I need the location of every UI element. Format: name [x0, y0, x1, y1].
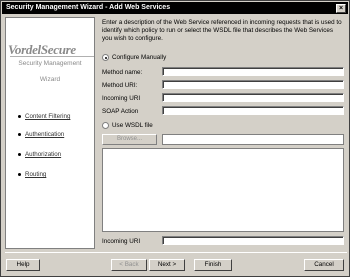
- use-wsdl-option[interactable]: Use WSDL file: [102, 122, 153, 129]
- use-wsdl-radio[interactable]: [102, 122, 109, 129]
- close-icon[interactable]: ×: [336, 4, 346, 13]
- description-text: Enter a description of the Web Service r…: [102, 19, 342, 42]
- sidebar-item-content-filtering[interactable]: Content Filtering: [18, 113, 70, 120]
- wsdl-path-input[interactable]: [162, 134, 344, 145]
- finish-button[interactable]: Finish: [194, 259, 232, 271]
- bullet-icon: [18, 132, 21, 136]
- cancel-button[interactable]: Cancel: [304, 259, 344, 271]
- soap-action-label: SOAP Action: [102, 108, 139, 115]
- method-name-label: Method name:: [102, 69, 143, 76]
- footer-divider: [5, 252, 347, 253]
- method-uri-label: Method URI:: [102, 82, 138, 89]
- use-wsdl-label: Use WSDL file: [112, 122, 153, 129]
- logo-divider: [10, 56, 94, 57]
- wizard-content: Enter a description of the Web Service r…: [98, 17, 347, 249]
- sidebar-item-label: Authorization: [25, 151, 62, 158]
- browse-button[interactable]: Browse...: [102, 134, 157, 145]
- method-uri-input[interactable]: [162, 80, 344, 89]
- soap-action-input[interactable]: [162, 106, 344, 115]
- back-button[interactable]: < Back: [111, 259, 147, 271]
- title-bar: Security Management Wizard - Add Web Ser…: [2, 2, 348, 14]
- wizard-window: Security Management Wizard - Add Web Ser…: [0, 0, 350, 277]
- sidebar-item-routing[interactable]: Routing: [18, 171, 46, 178]
- bottom-incoming-uri-input[interactable]: [162, 236, 344, 245]
- next-button[interactable]: Next >: [149, 259, 185, 271]
- bullet-icon: [18, 114, 21, 118]
- sidebar-item-authentication[interactable]: Authentication: [18, 131, 64, 138]
- sidebar-item-label: Content Filtering: [25, 113, 71, 120]
- method-name-input[interactable]: [162, 67, 344, 76]
- configure-manually-radio[interactable]: [102, 54, 109, 61]
- incoming-uri-label: Incoming URI: [102, 95, 141, 102]
- logo-subtitle-1: Security Management: [18, 60, 82, 67]
- help-button[interactable]: Help: [6, 259, 40, 271]
- configure-manually-label: Configure Manually: [112, 54, 167, 61]
- wizard-sidebar: VordelSecure Security Management Wizard …: [5, 17, 95, 249]
- incoming-uri-input[interactable]: [162, 93, 344, 102]
- bottom-incoming-uri-label: Incoming URI: [102, 238, 141, 245]
- logo-subtitle-2: Wizard: [39, 76, 61, 83]
- wsdl-services-list[interactable]: [102, 148, 344, 232]
- bullet-icon: [18, 172, 21, 176]
- window-title: Security Management Wizard - Add Web Ser…: [6, 4, 171, 11]
- configure-manually-option[interactable]: Configure Manually: [102, 54, 166, 61]
- sidebar-item-authorization[interactable]: Authorization: [18, 151, 61, 158]
- sidebar-item-label: Authentication: [25, 131, 65, 138]
- bullet-icon: [18, 152, 21, 156]
- sidebar-item-label: Routing: [25, 171, 47, 178]
